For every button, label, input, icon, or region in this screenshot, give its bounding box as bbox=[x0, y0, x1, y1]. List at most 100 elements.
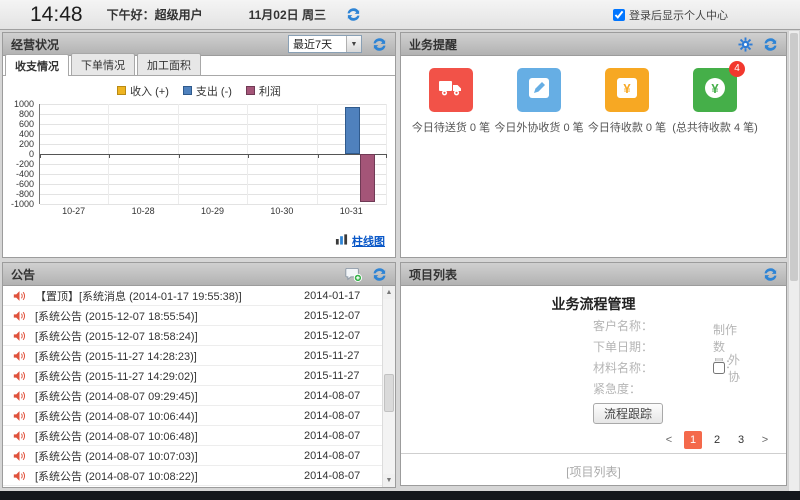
refresh-icon[interactable] bbox=[372, 267, 387, 282]
business-status-panel: 经营状况 最近7天 ▼ 收支情况 下单情况 加工面积 收入 (+)支出 (-)利… bbox=[2, 32, 396, 258]
speaker-icon bbox=[13, 450, 26, 462]
speaker-icon bbox=[13, 290, 26, 302]
announcement-row[interactable]: [系统公告 (2015-12-07 18:58:24)] 2015-12-07 bbox=[3, 326, 382, 346]
announcement-date: 2015-12-07 bbox=[304, 330, 372, 342]
y-tick-label: -1000 bbox=[11, 200, 34, 209]
speaker-icon bbox=[13, 470, 26, 482]
reminder-tile[interactable]: ¥ 今日待收款 0 笔 bbox=[583, 68, 671, 135]
y-tick-label: -200 bbox=[16, 160, 34, 169]
pagination: <123 > bbox=[660, 431, 774, 449]
page-number-button[interactable]: 3 bbox=[732, 431, 750, 449]
topbar: 14:48 下午好：超级用户 11月02日 周三 登录后显示个人中心 bbox=[0, 0, 800, 30]
scroll-down-icon[interactable]: ▼ bbox=[383, 474, 395, 487]
scroll-up-icon[interactable]: ▲ bbox=[383, 286, 395, 299]
announcement-row[interactable]: [系统公告 (2014-08-07 09:29:45)] 2014-08-07 bbox=[3, 386, 382, 406]
reminder-tiles: 今日待送货 0 笔 今日外协收货 0 笔 ¥ 今日待收款 0 笔 ¥ 4 (总共… bbox=[401, 56, 786, 135]
page-next-button[interactable]: > bbox=[756, 431, 774, 449]
refresh-icon[interactable] bbox=[346, 7, 361, 22]
y-tick-label: 200 bbox=[19, 140, 34, 149]
chart-legend: 收入 (+)支出 (-)利润 bbox=[3, 84, 395, 97]
announcement-row[interactable]: [系统公告 (2014-08-07 10:07:03)] 2014-08-07 bbox=[3, 446, 382, 466]
profile-toggle[interactable]: 登录后显示个人中心 bbox=[613, 7, 728, 23]
edit-icon bbox=[528, 77, 550, 104]
announcement-text: [系统公告 (2015-11-27 14:28:23)] bbox=[35, 348, 304, 364]
page-scrollbar[interactable] bbox=[788, 31, 799, 491]
legend-item: 收入 (+) bbox=[117, 83, 169, 99]
outsource-checkbox[interactable] bbox=[713, 362, 725, 374]
count-badge: 4 bbox=[729, 61, 745, 77]
announcement-row[interactable]: [系统公告 (2015-12-07 18:55:54)] 2015-12-07 bbox=[3, 306, 382, 326]
announcement-date: 2014-08-07 bbox=[304, 430, 372, 442]
y-tick-label: -600 bbox=[16, 180, 34, 189]
refresh-icon[interactable] bbox=[372, 37, 387, 52]
speaker-icon bbox=[13, 330, 26, 342]
svg-text:¥: ¥ bbox=[623, 81, 631, 96]
y-tick-label: 600 bbox=[19, 120, 34, 129]
tab-process-area[interactable]: 加工面积 bbox=[137, 53, 201, 75]
announcement-text: [系统公告 (2015-11-27 14:29:02)] bbox=[35, 368, 304, 384]
profile-checkbox[interactable] bbox=[613, 9, 625, 21]
announcement-text: [系统公告 (2014-08-07 09:29:45)] bbox=[35, 388, 304, 404]
divider bbox=[401, 453, 786, 454]
speaker-icon bbox=[13, 370, 26, 382]
reminder-tile[interactable]: ¥ 4 (总共待收款 4 笔) bbox=[671, 68, 759, 135]
flow-form: 客户名称： 下单日期： 制作数量： 材料名称： 外协 紧急度： 流程跟踪 bbox=[593, 315, 663, 424]
tab-orders[interactable]: 下单情况 bbox=[71, 53, 135, 75]
announcement-date: 2015-12-07 bbox=[304, 310, 372, 322]
y-tick-label: -800 bbox=[16, 190, 34, 199]
announcement-list: 【置顶】[系统消息 (2014-01-17 19:55:38)] 2014-01… bbox=[3, 286, 382, 487]
page-number-button[interactable]: 2 bbox=[708, 431, 726, 449]
x-tick-label: 10-29 bbox=[178, 206, 247, 216]
business-status-tabs: 收支情况 下单情况 加工面积 bbox=[3, 56, 395, 76]
reminder-tile[interactable]: 今日待送货 0 笔 bbox=[407, 68, 495, 135]
announcements-header: 公告 bbox=[3, 263, 395, 286]
truck-icon bbox=[438, 77, 464, 104]
page-prev-button[interactable]: < bbox=[660, 431, 678, 449]
y-tick-label: 800 bbox=[19, 110, 34, 119]
project-list-footer: [项目列表] bbox=[401, 463, 786, 480]
y-tick-label: -400 bbox=[16, 170, 34, 179]
tab-income-expense[interactable]: 收支情况 bbox=[5, 54, 69, 76]
announcement-text: [系统公告 (2014-08-07 10:07:03)] bbox=[35, 448, 304, 464]
y-tick-label: 400 bbox=[19, 130, 34, 139]
speaker-icon bbox=[13, 310, 26, 322]
announcement-text: 【置顶】[系统消息 (2014-01-17 19:55:38)] bbox=[35, 288, 304, 304]
flow-track-button[interactable]: 流程跟踪 bbox=[593, 403, 663, 424]
x-tick-label: 10-31 bbox=[317, 206, 386, 216]
announcement-row[interactable]: [系统公告 (2015-11-27 14:29:02)] 2015-11-27 bbox=[3, 366, 382, 386]
chart-type-link[interactable]: 柱线图 bbox=[352, 233, 385, 249]
announcement-row[interactable]: [系统公告 (2015-11-27 14:28:23)] 2015-11-27 bbox=[3, 346, 382, 366]
page-number-button[interactable]: 1 bbox=[684, 431, 702, 449]
project-list-title: 项目列表 bbox=[409, 266, 457, 283]
svg-text:¥: ¥ bbox=[711, 81, 719, 96]
refresh-icon[interactable] bbox=[763, 267, 778, 282]
chart-plot-area bbox=[39, 104, 387, 204]
scrollbar-thumb[interactable] bbox=[384, 374, 394, 412]
legend-item: 支出 (-) bbox=[183, 83, 232, 99]
material-name-label: 材料名称： bbox=[593, 359, 653, 376]
announcement-row[interactable]: [系统公告 (2014-08-07 10:06:44)] 2014-08-07 bbox=[3, 406, 382, 426]
announcement-row[interactable]: [系统公告 (2014-08-07 10:06:48)] 2014-08-07 bbox=[3, 426, 382, 446]
y-tick-label: 1000 bbox=[14, 100, 34, 109]
announcement-row[interactable]: 【置顶】[系统消息 (2014-01-17 19:55:38)] 2014-01… bbox=[3, 286, 382, 306]
x-tick-label: 10-27 bbox=[39, 206, 108, 216]
gear-icon[interactable] bbox=[738, 37, 753, 52]
announcement-date: 2014-08-07 bbox=[304, 450, 372, 462]
page-scrollbar-thumb[interactable] bbox=[790, 33, 798, 281]
speaker-icon bbox=[13, 350, 26, 362]
chart-bar bbox=[345, 107, 360, 155]
announcement-date: 2014-08-07 bbox=[304, 390, 372, 402]
announcement-text: [系统公告 (2014-08-07 10:06:44)] bbox=[35, 408, 304, 424]
refresh-icon[interactable] bbox=[763, 37, 778, 52]
reminder-tile[interactable]: 今日外协收货 0 笔 bbox=[495, 68, 583, 135]
business-status-title: 经营状况 bbox=[11, 36, 59, 53]
date-range-select[interactable]: 最近7天 ▼ bbox=[288, 35, 362, 53]
customer-name-label: 客户名称： bbox=[593, 317, 653, 334]
announcements-scrollbar[interactable]: ▲ ▼ bbox=[382, 286, 395, 487]
greeting-text: 下午好：超级用户 bbox=[107, 6, 203, 23]
announcement-row[interactable]: [系统公告 (2014-08-07 10:08:22)] 2014-08-07 bbox=[3, 466, 382, 486]
flow-heading: 业务流程管理 bbox=[401, 294, 786, 314]
add-message-icon[interactable] bbox=[345, 267, 362, 282]
announcement-text: [系统公告 (2014-08-07 10:08:22)] bbox=[35, 468, 304, 484]
reminder-label: (总共待收款 4 笔) bbox=[672, 119, 758, 135]
